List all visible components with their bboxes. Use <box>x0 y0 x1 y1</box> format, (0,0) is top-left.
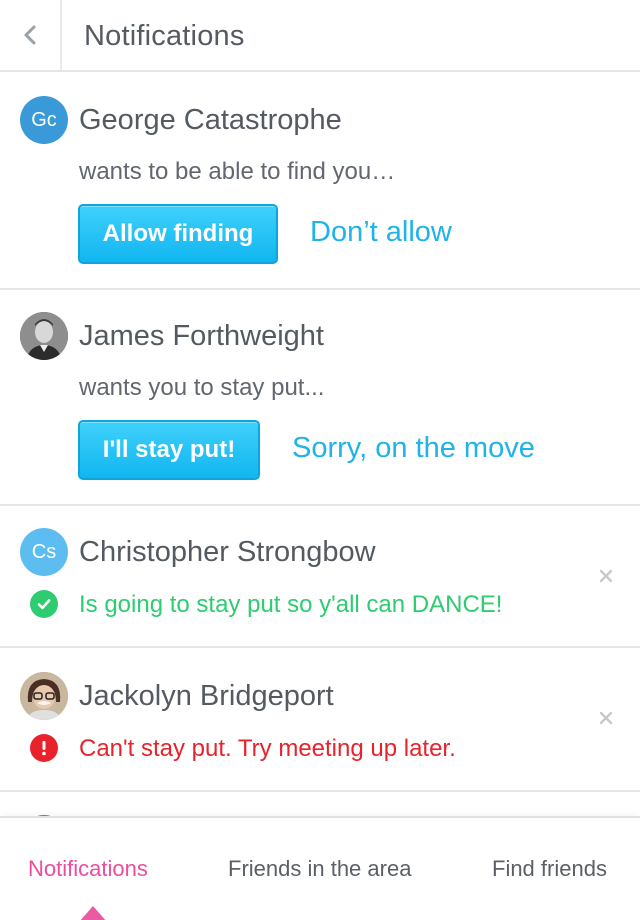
chevron-left-icon <box>24 25 36 45</box>
active-tab-indicator <box>79 906 107 920</box>
tab-find-friends[interactable]: Find friends <box>492 856 607 882</box>
notification-name: James Forthweight <box>79 320 324 352</box>
stay-put-button[interactable]: I'll stay put! <box>78 420 260 480</box>
notification-name: George Catastrophe <box>79 104 342 136</box>
on-the-move-link[interactable]: Sorry, on the move <box>292 432 535 465</box>
avatar <box>20 312 68 360</box>
close-icon[interactable] <box>598 568 614 584</box>
avatar <box>20 672 68 720</box>
notification-name: Jackolyn Bridgeport <box>79 680 334 712</box>
status-text: Is going to stay put so y'all can DANCE! <box>79 591 503 618</box>
close-icon[interactable] <box>598 710 614 726</box>
person-photo-icon <box>20 312 68 360</box>
exclamation-circle-icon <box>30 734 58 762</box>
page-title: Notifications <box>84 20 245 52</box>
status-text: Can't stay put. Try meeting up later. <box>79 735 456 762</box>
notification-name: Christopher Strongbow <box>79 536 376 568</box>
notification-item: James Forthweight wants you to stay put.… <box>0 290 640 506</box>
dont-allow-link[interactable]: Don’t allow <box>310 216 452 249</box>
avatar-initials: Gc <box>31 108 57 131</box>
header-bar: Notifications <box>0 0 640 72</box>
person-photo-icon <box>20 672 68 720</box>
notification-message: wants you to stay put... <box>79 374 325 401</box>
bottom-tab-bar: Notifications Friends in the area Find f… <box>0 816 640 920</box>
avatar: Cs <box>20 528 68 576</box>
check-circle-icon <box>30 590 58 618</box>
allow-finding-button[interactable]: Allow finding <box>78 204 278 264</box>
tab-notifications[interactable]: Notifications <box>28 856 148 882</box>
tab-friends-in-area[interactable]: Friends in the area <box>228 856 411 882</box>
notification-message: wants to be able to find you… <box>79 158 396 185</box>
notification-item: Cs Christopher Strongbow Is going to sta… <box>0 506 640 648</box>
back-button[interactable] <box>0 0 62 70</box>
avatar: Gc <box>20 96 68 144</box>
notification-item: Gc George Catastrophe wants to be able t… <box>0 72 640 290</box>
avatar-initials: Cs <box>31 540 57 563</box>
notification-item: Jackolyn Bridgeport Can't stay put. Try … <box>0 648 640 792</box>
